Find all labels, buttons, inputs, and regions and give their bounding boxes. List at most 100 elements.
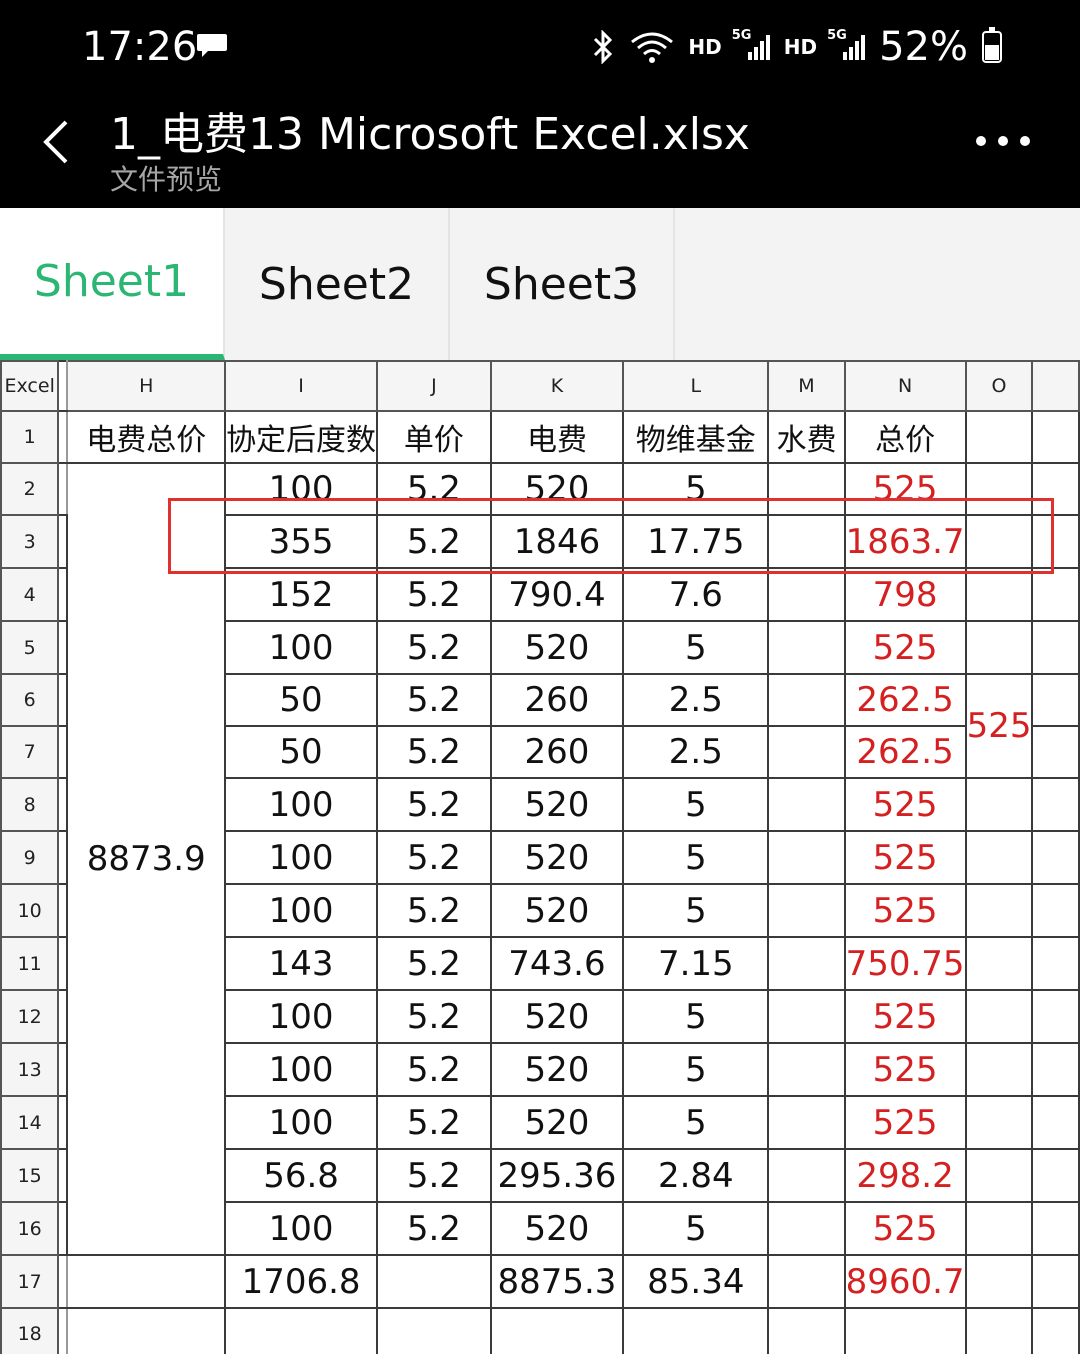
corner-cell[interactable]: Excel: [0, 360, 60, 412]
column-header-l[interactable]: L: [622, 360, 770, 412]
cell[interactable]: [622, 1307, 770, 1354]
tab-sheet1[interactable]: Sheet1: [0, 208, 225, 360]
cell-i[interactable]: 50: [224, 725, 379, 779]
cell-n[interactable]: 1863.7: [843, 514, 967, 569]
cell-n[interactable]: 525: [843, 1042, 967, 1097]
back-arrow-icon[interactable]: [38, 118, 72, 166]
cell-l[interactable]: 5: [622, 1042, 770, 1097]
merged-o-cell[interactable]: 525: [964, 673, 1034, 779]
cell-i[interactable]: 355: [224, 514, 379, 569]
cell-i[interactable]: 100: [224, 777, 379, 832]
column-header-h[interactable]: H: [66, 360, 227, 412]
cell-j[interactable]: 5.2: [376, 1042, 492, 1097]
cell-l[interactable]: 5: [622, 777, 770, 832]
cell-l[interactable]: 2.5: [622, 725, 770, 779]
cell-n[interactable]: 525: [843, 620, 967, 675]
cell-n[interactable]: 525: [843, 462, 967, 516]
cell-k[interactable]: 520: [489, 777, 625, 832]
column-header-o[interactable]: O: [964, 360, 1034, 412]
row-number[interactable]: 17: [0, 1254, 60, 1309]
cell-m[interactable]: [767, 620, 846, 675]
row-number[interactable]: 10: [0, 883, 60, 938]
cell-l[interactable]: 5: [622, 830, 770, 885]
cell-l[interactable]: 5: [622, 989, 770, 1044]
cell-i[interactable]: 100: [224, 883, 379, 938]
cell-j[interactable]: 5.2: [376, 989, 492, 1044]
header-cell[interactable]: 物维基金: [622, 410, 770, 464]
total-cell-o[interactable]: [964, 1254, 1034, 1309]
cell[interactable]: [1031, 462, 1080, 516]
cell-n[interactable]: 525: [843, 777, 967, 832]
total-cell-h[interactable]: [66, 1254, 227, 1309]
cell-n[interactable]: 262.5: [843, 673, 967, 727]
row-number[interactable]: 13: [0, 1042, 60, 1097]
cell-o[interactable]: [964, 462, 1034, 516]
cell-o[interactable]: [964, 620, 1034, 675]
cell-o[interactable]: [964, 1042, 1034, 1097]
cell-n[interactable]: 525: [843, 1095, 967, 1150]
cell[interactable]: [1031, 567, 1080, 622]
cell-l[interactable]: 5: [622, 883, 770, 938]
cell-k[interactable]: 520: [489, 620, 625, 675]
row-number[interactable]: 12: [0, 989, 60, 1044]
cell-k[interactable]: 260: [489, 673, 625, 727]
merged-total-cell[interactable]: 8873.9: [66, 462, 227, 1256]
cell-j[interactable]: 5.2: [376, 1095, 492, 1150]
row-number[interactable]: 11: [0, 936, 60, 991]
cell-j[interactable]: 5.2: [376, 883, 492, 938]
cell-l[interactable]: 17.75: [622, 514, 770, 569]
cell-m[interactable]: [767, 1042, 846, 1097]
column-header-j[interactable]: J: [376, 360, 492, 412]
cell-i[interactable]: 100: [224, 1201, 379, 1256]
cell-k[interactable]: 790.4: [489, 567, 625, 622]
row-number[interactable]: 9: [0, 830, 60, 885]
cell[interactable]: [224, 1307, 379, 1354]
cell-i[interactable]: 100: [224, 1095, 379, 1150]
cell-n[interactable]: 525: [843, 1201, 967, 1256]
cell[interactable]: [1031, 1201, 1080, 1256]
cell-l[interactable]: 7.6: [622, 567, 770, 622]
row-number[interactable]: 2: [0, 462, 60, 516]
cell[interactable]: [1031, 514, 1080, 569]
cell-m[interactable]: [767, 1095, 846, 1150]
cell-n[interactable]: 750.75: [843, 936, 967, 991]
cell-i[interactable]: 100: [224, 462, 379, 516]
cell-j[interactable]: 5.2: [376, 1201, 492, 1256]
cell[interactable]: [1031, 989, 1080, 1044]
cell-j[interactable]: 5.2: [376, 567, 492, 622]
column-header-i[interactable]: I: [224, 360, 379, 412]
cell-i[interactable]: 100: [224, 989, 379, 1044]
header-cell[interactable]: 协定后度数: [224, 410, 379, 464]
cell-i[interactable]: 100: [224, 1042, 379, 1097]
cell-m[interactable]: [767, 514, 846, 569]
cell[interactable]: [1031, 1042, 1080, 1097]
cell-j[interactable]: 5.2: [376, 936, 492, 991]
column-header-m[interactable]: M: [767, 360, 846, 412]
column-header-k[interactable]: K: [489, 360, 625, 412]
cell-i[interactable]: 143: [224, 936, 379, 991]
cell[interactable]: [1031, 1254, 1080, 1309]
cell-m[interactable]: [767, 883, 846, 938]
cell[interactable]: [1031, 725, 1080, 779]
cell-m[interactable]: [767, 462, 846, 516]
cell[interactable]: [376, 1307, 492, 1354]
cell-m[interactable]: [767, 989, 846, 1044]
cell[interactable]: [1031, 883, 1080, 938]
tab-sheet2[interactable]: Sheet2: [225, 208, 450, 360]
cell-n[interactable]: 525: [843, 830, 967, 885]
header-cell[interactable]: 水费: [767, 410, 846, 464]
cell-o[interactable]: [964, 989, 1034, 1044]
cell[interactable]: [1031, 1148, 1080, 1203]
cell[interactable]: [1031, 777, 1080, 832]
cell-m[interactable]: [767, 1148, 846, 1203]
total-cell-j[interactable]: [376, 1254, 492, 1309]
cell[interactable]: [1031, 620, 1080, 675]
column-header-extra[interactable]: [1031, 360, 1080, 412]
total-cell-k[interactable]: 8875.3: [489, 1254, 625, 1309]
tab-sheet3[interactable]: Sheet3: [450, 208, 675, 360]
cell-k[interactable]: 295.36: [489, 1148, 625, 1203]
cell-o[interactable]: [964, 514, 1034, 569]
more-options-icon[interactable]: [976, 136, 1030, 146]
cell-k[interactable]: 520: [489, 462, 625, 516]
cell-j[interactable]: 5.2: [376, 620, 492, 675]
